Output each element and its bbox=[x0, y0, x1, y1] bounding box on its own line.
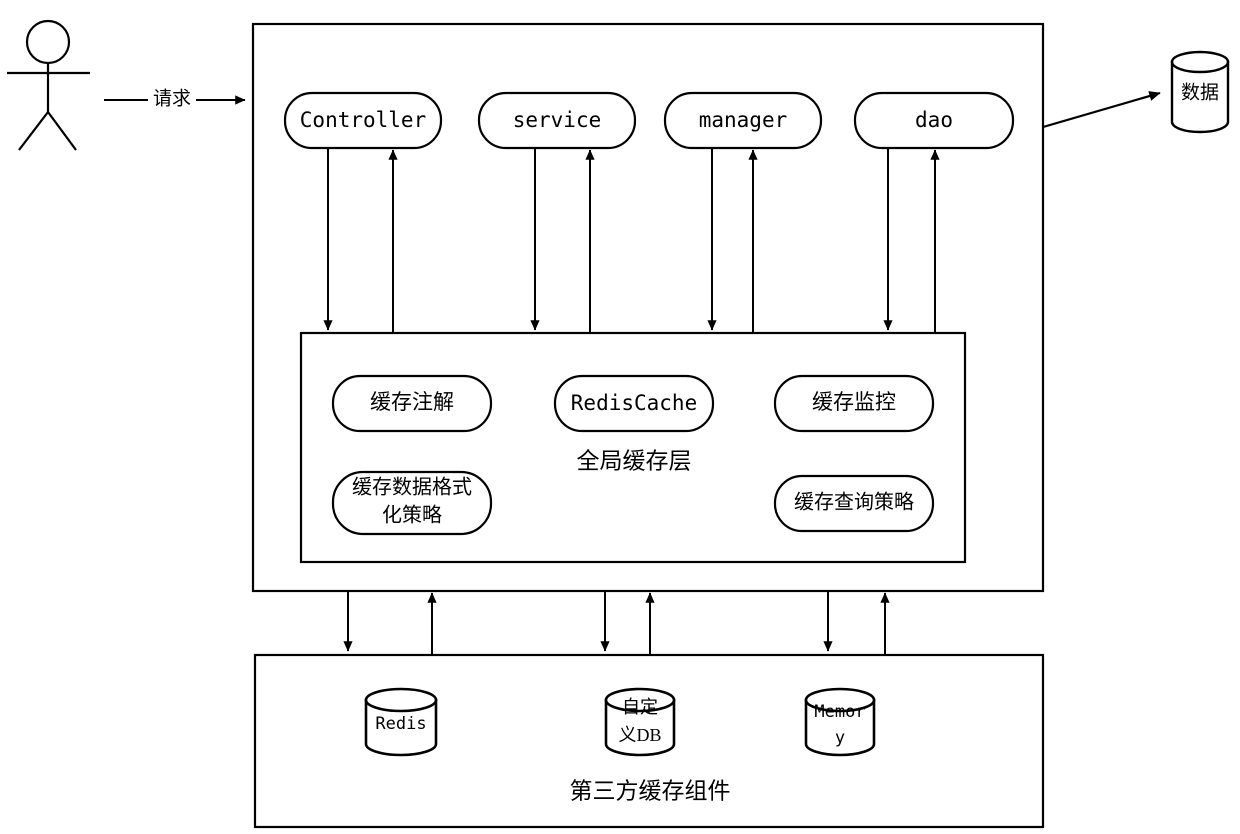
component-label: Controller bbox=[300, 108, 426, 132]
component-controller[interactable]: Controller bbox=[283, 91, 443, 150]
third-party-title: 第三方缓存组件 bbox=[570, 778, 731, 803]
cache-thirdparty-arrows bbox=[343, 591, 890, 655]
cache-node-rediscache[interactable]: RedisCache bbox=[553, 374, 715, 433]
diagram-canvas: 请求 Controller service manager dao 数据 缓存注… bbox=[0, 0, 1240, 834]
component-label: dao bbox=[915, 108, 953, 132]
request-flow-label: 请求 bbox=[153, 87, 191, 109]
store-label-line1: 自定 bbox=[622, 697, 658, 717]
dao-to-database-arrow bbox=[1042, 91, 1161, 129]
cache-node-label: 缓存监控 bbox=[812, 390, 896, 414]
store-label-line1: Memor bbox=[814, 702, 865, 722]
cache-node-label: 缓存注解 bbox=[370, 390, 454, 414]
cache-node-monitoring[interactable]: 缓存监控 bbox=[773, 374, 935, 433]
store-redis[interactable]: Redis bbox=[364, 687, 438, 757]
cache-node-annotation[interactable]: 缓存注解 bbox=[331, 374, 493, 433]
external-database-cylinder: 数据 bbox=[1170, 50, 1230, 134]
store-label-line2: y bbox=[835, 728, 845, 748]
architecture-diagram: 请求 Controller service manager dao 数据 缓存注… bbox=[7, 19, 1230, 829]
component-dao[interactable]: dao bbox=[853, 91, 1015, 150]
cache-node-label: 缓存查询策略 bbox=[794, 491, 914, 514]
cache-node-label-line1: 缓存数据格式 bbox=[352, 476, 472, 499]
cache-node-label: RedisCache bbox=[571, 391, 697, 415]
store-label: Redis bbox=[375, 714, 426, 734]
component-manager[interactable]: manager bbox=[663, 91, 823, 150]
user-actor bbox=[7, 19, 90, 151]
store-memory[interactable]: Memor y bbox=[804, 687, 876, 757]
external-database-label: 数据 bbox=[1181, 81, 1219, 103]
component-label: service bbox=[513, 108, 602, 132]
global-cache-layer-title: 全局缓存层 bbox=[577, 448, 692, 473]
cache-node-label-line2: 化策略 bbox=[382, 504, 442, 527]
store-label-line2: 义DB bbox=[618, 725, 661, 745]
component-label: manager bbox=[699, 108, 788, 132]
cache-node-query-policy[interactable]: 缓存查询策略 bbox=[773, 474, 935, 533]
component-service[interactable]: service bbox=[477, 91, 637, 150]
store-custom-db[interactable]: 自定 义DB bbox=[604, 687, 676, 757]
cache-node-data-format-policy[interactable]: 缓存数据格式 化策略 bbox=[331, 470, 493, 536]
